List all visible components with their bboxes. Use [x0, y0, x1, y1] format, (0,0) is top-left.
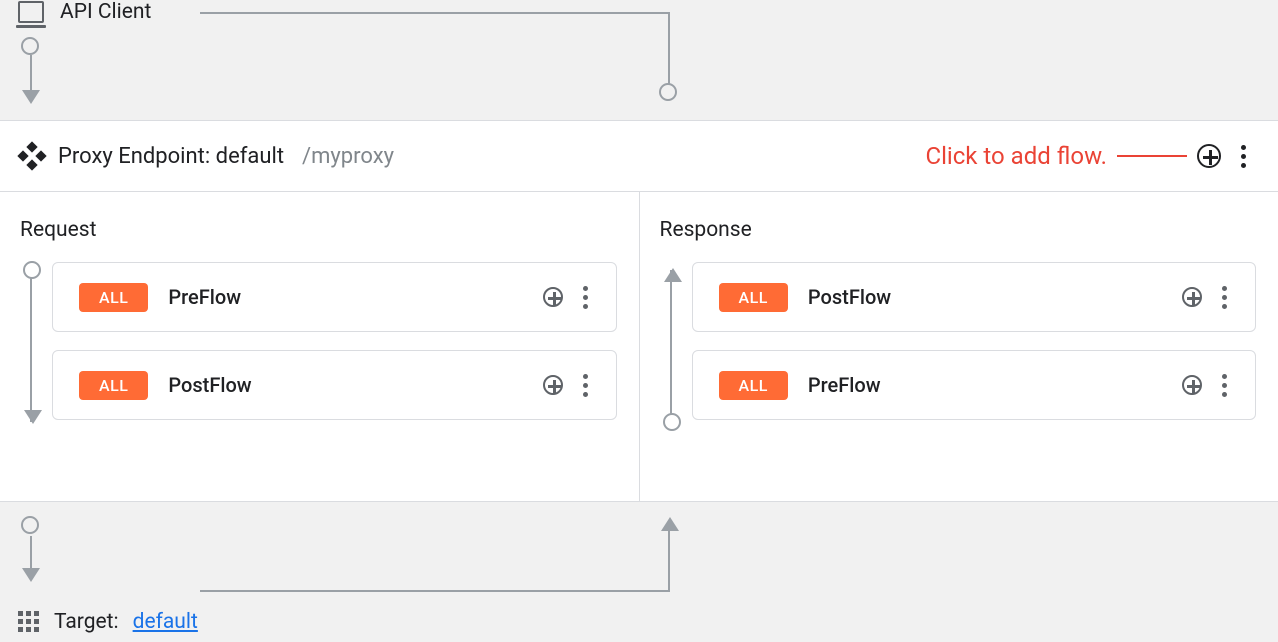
arrow-down-icon	[22, 568, 40, 582]
connector-node-icon	[659, 83, 677, 101]
target-link[interactable]: default	[133, 610, 198, 634]
flow-card[interactable]: ALL PreFlow	[692, 350, 1257, 420]
add-step-button[interactable]	[1182, 287, 1202, 307]
response-title: Response	[660, 218, 1257, 242]
flow-menu-button[interactable]	[573, 370, 598, 401]
add-step-button[interactable]	[543, 375, 563, 395]
flow-name: PostFlow	[808, 285, 1162, 309]
target-area: Target: default	[0, 502, 1278, 642]
connector-line	[200, 12, 670, 14]
request-title: Request	[20, 218, 617, 242]
connector-line	[668, 530, 670, 590]
connector-node-icon	[21, 37, 39, 55]
proxy-endpoint-bar: Proxy Endpoint: default /myproxy Click t…	[0, 120, 1278, 192]
endpoint-title: Proxy Endpoint: default	[58, 144, 284, 169]
connector-line	[200, 590, 670, 592]
flow-menu-button[interactable]	[1212, 370, 1237, 401]
flow-name: PreFlow	[168, 285, 522, 309]
condition-pill: ALL	[719, 371, 788, 400]
request-panel: Request ALL PreFlow ALL PostFlow	[0, 192, 639, 501]
monitor-icon	[18, 1, 44, 23]
callout-line	[1117, 155, 1187, 157]
response-panel: Response ALL PostFlow ALL PreFlow	[639, 192, 1278, 501]
target-label: Target:	[54, 610, 119, 634]
connector-line	[30, 536, 32, 572]
flow-menu-button[interactable]	[1212, 282, 1237, 313]
arrow-down-icon	[22, 90, 40, 104]
add-step-button[interactable]	[1182, 375, 1202, 395]
connector-line	[668, 12, 670, 86]
endpoint-icon	[20, 144, 44, 168]
add-step-button[interactable]	[543, 287, 563, 307]
flow-menu-button[interactable]	[573, 282, 598, 313]
connector-node-icon	[21, 516, 39, 534]
api-client-area: API Client	[0, 0, 1278, 120]
flow-direction-down-icon	[30, 270, 32, 422]
add-flow-button[interactable]	[1197, 144, 1221, 168]
connector-line	[30, 55, 32, 95]
endpoint-menu-button[interactable]	[1231, 141, 1256, 172]
flow-name: PostFlow	[168, 373, 522, 397]
endpoint-path: /myproxy	[302, 144, 394, 169]
target-icon	[18, 611, 40, 633]
api-client-label: API Client	[60, 0, 151, 24]
condition-pill: ALL	[719, 283, 788, 312]
add-flow-callout: Click to add flow.	[925, 142, 1107, 170]
flow-card[interactable]: ALL PostFlow	[52, 350, 617, 420]
condition-pill: ALL	[79, 371, 148, 400]
flow-direction-up-icon	[670, 270, 672, 422]
flow-name: PreFlow	[808, 373, 1162, 397]
flow-card[interactable]: ALL PreFlow	[52, 262, 617, 332]
flow-panels: Request ALL PreFlow ALL PostFlow	[0, 192, 1278, 502]
flow-card[interactable]: ALL PostFlow	[692, 262, 1257, 332]
condition-pill: ALL	[79, 283, 148, 312]
